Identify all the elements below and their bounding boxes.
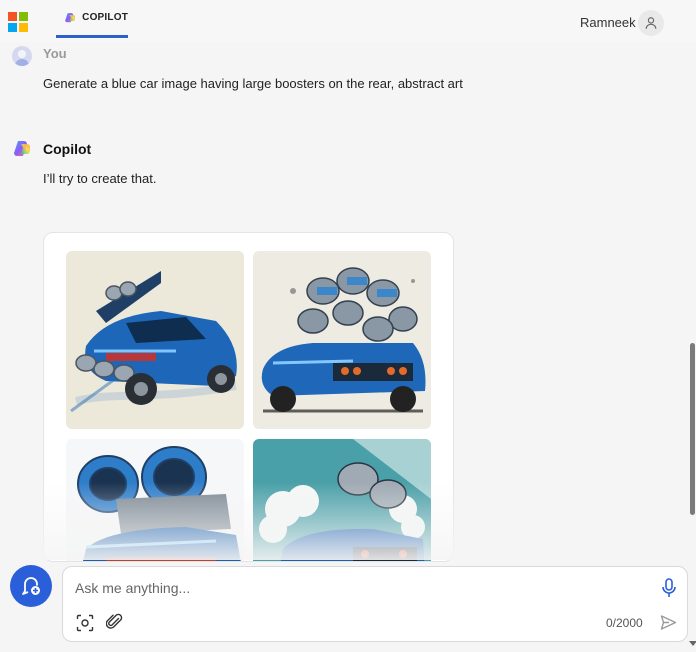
user-author-label: You: [43, 46, 67, 61]
user-avatar-icon: [15, 50, 29, 66]
chat-input[interactable]: [75, 577, 635, 599]
scroll-down-arrow-icon[interactable]: [689, 641, 696, 646]
copilot-message-text: I’ll try to create that.: [43, 171, 157, 186]
send-icon[interactable]: [660, 614, 677, 631]
copilot-author-label: Copilot: [43, 141, 92, 157]
user-name[interactable]: Ramneek: [580, 15, 636, 30]
user-message-avatar: [12, 46, 32, 66]
generated-image-4[interactable]: [253, 439, 431, 561]
generated-image-3[interactable]: [66, 439, 244, 561]
copilot-logo-icon: [65, 12, 75, 22]
generated-images-card: [43, 232, 454, 562]
user-message-text: Generate a blue car image having large b…: [43, 76, 463, 91]
generated-image-1[interactable]: [66, 251, 244, 429]
character-counter: 0/2000: [606, 616, 643, 630]
new-topic-button[interactable]: [10, 565, 52, 607]
tab-copilot-label: COPILOT: [82, 12, 128, 23]
user-avatar[interactable]: [638, 10, 664, 36]
microsoft-logo-icon[interactable]: [8, 12, 28, 32]
scrollbar-thumb[interactable]: [690, 343, 695, 515]
copilot-avatar-icon: [14, 141, 30, 156]
tab-copilot[interactable]: COPILOT: [56, 0, 128, 38]
generated-image-2[interactable]: [253, 251, 431, 429]
top-bar: COPILOT Ramneek: [0, 0, 696, 42]
chat-composer: 0/2000: [62, 566, 688, 642]
user-icon: [645, 17, 657, 29]
paperclip-icon[interactable]: [106, 613, 124, 631]
new-topic-icon: [22, 577, 40, 595]
visual-search-icon[interactable]: [76, 614, 94, 632]
microphone-icon[interactable]: [660, 578, 678, 598]
